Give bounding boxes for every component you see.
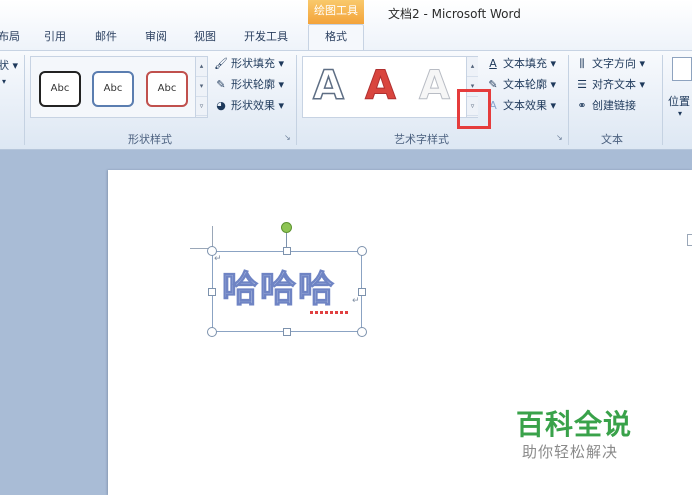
more-icon[interactable]: ▿ xyxy=(196,97,207,117)
tab-layout[interactable]: 布局 xyxy=(0,28,20,44)
text-fill-icon: A xyxy=(489,57,497,70)
shape-gallery-scroll[interactable]: ▴ ▾ ▿ xyxy=(195,57,207,117)
position-dropdown-arrow[interactable]: ▾ xyxy=(678,109,682,118)
shape-styles-group-label: 形状样式 xyxy=(128,133,172,146)
scroll-up-icon[interactable]: ▴ xyxy=(196,57,207,77)
group-separator xyxy=(24,55,25,145)
shape-styles-gallery: Abc Abc Abc ▴ ▾ ▿ xyxy=(30,56,208,118)
resize-handle-top-right[interactable] xyxy=(357,246,367,256)
paint-bucket-icon: 🖌 xyxy=(214,57,228,70)
paragraph-mark: ↵ xyxy=(352,296,360,306)
resize-handle-bottom-left[interactable] xyxy=(207,327,217,337)
tab-review[interactable]: 审阅 xyxy=(145,28,167,44)
wordart-styles-gallery: A A A ▴ ▾ ▿ xyxy=(302,56,478,118)
wordart-style-red[interactable]: A xyxy=(365,61,397,111)
text-outline-button[interactable]: ✎ 文本轮廓 ▾ xyxy=(486,76,556,92)
watermark-title: 百科全说 xyxy=(516,408,633,441)
partial-dropdown-arrow[interactable]: ▾ xyxy=(2,77,6,86)
shape-outline-button[interactable]: ✎ 形状轮廓 ▾ xyxy=(214,76,284,92)
rotation-connector xyxy=(286,232,287,248)
group-separator xyxy=(662,55,663,145)
wordart-style-outline[interactable]: A xyxy=(312,61,344,111)
scroll-up-icon[interactable]: ▴ xyxy=(467,57,478,77)
tab-developer[interactable]: 开发工具 xyxy=(244,28,288,44)
resize-handle-top-left[interactable] xyxy=(207,246,217,256)
group-separator xyxy=(296,55,297,145)
window-title: 文档2 - Microsoft Word xyxy=(388,7,521,21)
scroll-down-icon[interactable]: ▾ xyxy=(196,77,207,97)
text-effects-button[interactable]: A 文本效果 ▾ xyxy=(486,97,556,113)
ribbon: 状 ▾ ▾ Abc Abc Abc ▴ ▾ ▿ 🖌 形状填充 ▾ ✎ 形状轮廓 ▾ … xyxy=(0,50,692,150)
wordart-text[interactable]: 哈哈哈 xyxy=(221,266,336,314)
pencil-icon: ✎ xyxy=(216,78,226,91)
position-icon xyxy=(672,57,692,81)
text-direction-icon: ⫼ xyxy=(579,57,585,70)
title-bar: 绘图工具 文档2 - Microsoft Word 布局 引用 邮件 审阅 视图… xyxy=(0,0,692,51)
resize-handle-top[interactable] xyxy=(283,247,291,255)
link-icon: ⚭ xyxy=(577,99,587,112)
group-separator xyxy=(568,55,569,145)
resize-handle-right[interactable] xyxy=(358,288,366,296)
resize-handle-bottom-right[interactable] xyxy=(357,327,367,337)
shape-style-black[interactable]: Abc xyxy=(39,71,81,107)
dialog-launcher-icon[interactable]: ↘ xyxy=(556,133,563,142)
resize-handle-left[interactable] xyxy=(208,288,216,296)
shape-style-blue[interactable]: Abc xyxy=(92,71,134,107)
tab-view[interactable]: 视图 xyxy=(194,28,216,44)
rotate-handle[interactable] xyxy=(281,222,292,233)
create-link-button[interactable]: ⚭ 创建链接 xyxy=(575,97,636,113)
tab-mailings[interactable]: 邮件 xyxy=(95,28,117,44)
tab-format[interactable]: 格式 xyxy=(308,24,364,51)
shape-fill-button[interactable]: 🖌 形状填充 ▾ xyxy=(214,55,284,71)
partial-command[interactable]: 状 ▾ xyxy=(0,57,18,73)
shape-effects-button[interactable]: ◕ 形状效果 ▾ xyxy=(214,97,284,113)
highlight-box xyxy=(457,89,491,129)
text-group-label: 文本 xyxy=(601,133,623,146)
watermark-subtitle: 助你轻松解决 xyxy=(522,443,619,461)
align-text-button[interactable]: ☰ 对齐文本 ▾ xyxy=(575,76,645,92)
dialog-launcher-icon[interactable]: ↘ xyxy=(284,133,291,142)
spellcheck-underline xyxy=(310,311,348,314)
align-text-icon: ☰ xyxy=(577,78,587,91)
wordart-styles-group-label: 艺术字样式 xyxy=(394,133,449,146)
position-button[interactable]: 位置 xyxy=(668,93,690,109)
shape-effects-icon: ◕ xyxy=(216,99,226,112)
drawing-tools-header: 绘图工具 xyxy=(308,0,364,24)
resize-handle-bottom[interactable] xyxy=(283,328,291,336)
tab-references[interactable]: 引用 xyxy=(44,28,66,44)
text-fill-button[interactable]: A 文本填充 ▾ xyxy=(486,55,556,71)
wordart-style-light[interactable]: A xyxy=(419,61,451,111)
shape-style-red[interactable]: Abc xyxy=(146,71,188,107)
ruler-marker[interactable] xyxy=(687,234,692,246)
text-direction-button[interactable]: ⫼ 文字方向 ▾ xyxy=(575,55,645,71)
